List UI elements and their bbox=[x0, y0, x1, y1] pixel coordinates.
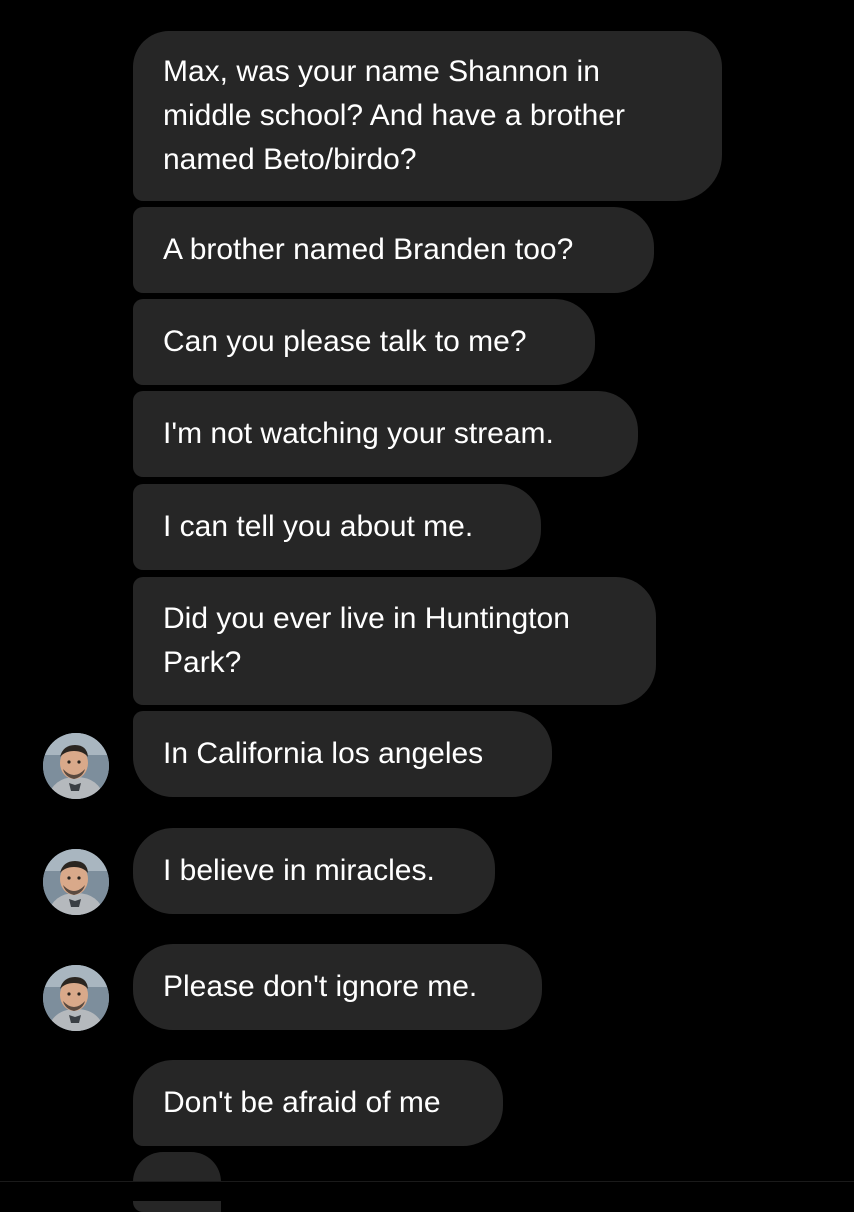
message-bubble[interactable]: I believe in miracles. bbox=[133, 828, 495, 914]
message-text-line: I'm not watching your stream. bbox=[163, 417, 554, 450]
message-text-line: named Beto/birdo? bbox=[163, 143, 417, 176]
message-text-line: Don't be afraid of me bbox=[163, 1086, 441, 1119]
profile-photo-icon[interactable] bbox=[43, 965, 109, 1031]
message-text-line: I believe in miracles. bbox=[163, 854, 435, 887]
message-text-line: Please don't ignore me. bbox=[163, 970, 478, 1003]
message-bubble[interactable]: Please don't ignore me. bbox=[133, 944, 542, 1030]
profile-photo-icon[interactable] bbox=[43, 849, 109, 915]
bottom-bar bbox=[0, 1181, 854, 1201]
message-text-line: In California los angeles bbox=[163, 737, 484, 770]
message-bubble[interactable]: A brother named Branden too? bbox=[133, 207, 654, 293]
message-bubble[interactable]: Can you please talk to me? bbox=[133, 299, 595, 385]
message-text-line: Can you please talk to me? bbox=[163, 325, 527, 358]
message-bubble[interactable]: In California los angeles bbox=[133, 711, 552, 797]
message-bubble[interactable]: Max, was your name Shannon in middle sch… bbox=[133, 31, 722, 201]
message-text-line: I can tell you about me. bbox=[163, 510, 474, 543]
message-bubble[interactable]: Don't be afraid of me bbox=[133, 1060, 503, 1146]
message-text-line: middle school? And have a brother bbox=[163, 99, 625, 132]
message-bubble[interactable]: I'm not watching your stream. bbox=[133, 391, 638, 477]
message-text-line: Park? bbox=[163, 646, 242, 679]
message-bubble[interactable]: I can tell you about me. bbox=[133, 484, 541, 570]
profile-photo-icon[interactable] bbox=[43, 733, 109, 799]
message-text-line: Max, was your name Shannon in bbox=[163, 55, 600, 88]
message-text-line: A brother named Branden too? bbox=[163, 233, 574, 266]
message-text-line: Did you ever live in Huntington bbox=[163, 602, 570, 635]
message-bubble[interactable]: Did you ever live in Huntington Park? bbox=[133, 577, 656, 705]
message-thread: Max, was your name Shannon in middle sch… bbox=[0, 0, 854, 1212]
